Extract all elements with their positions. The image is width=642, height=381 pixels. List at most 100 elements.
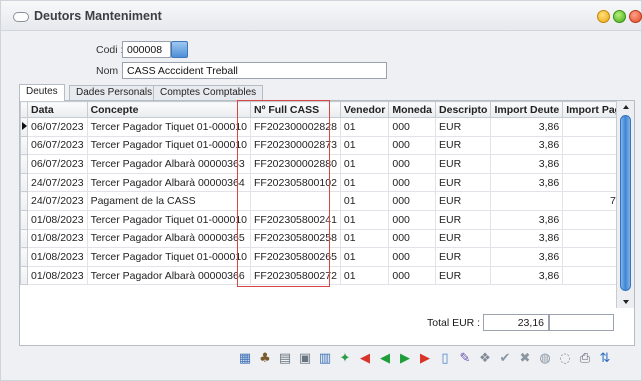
scroll-down-icon[interactable]: [623, 300, 629, 304]
table-cell[interactable]: [562, 172, 616, 193]
delete-icon[interactable]: ❖: [477, 351, 493, 367]
grid-scrollbar[interactable]: [616, 101, 634, 308]
table-cell[interactable]: 3,86: [490, 135, 564, 156]
table-cell[interactable]: Tercer Pagador Tiquet 01-000010: [86, 117, 252, 137]
print-preview-icon[interactable]: ▣: [297, 351, 313, 367]
table-cell[interactable]: Tercer Pagador Tiquet 01-000010: [86, 209, 252, 230]
table-cell[interactable]: 000: [388, 247, 437, 267]
table-cell[interactable]: 01: [339, 191, 390, 211]
table-cell[interactable]: 06/07/2023: [27, 154, 88, 174]
table-cell[interactable]: [562, 117, 616, 137]
print-icon[interactable]: ⎙: [577, 351, 593, 367]
table-cell[interactable]: 3,86: [490, 172, 564, 193]
group-icon[interactable]: ♣: [257, 351, 273, 367]
table-row[interactable]: 01/08/2023 Tercer Pagador Albarà 00000366…: [20, 265, 616, 286]
table-row[interactable]: 06/07/2023 Tercer Pagador Tiquet 01-00001…: [20, 117, 616, 137]
table-cell[interactable]: FF202305800102: [250, 172, 341, 193]
table-cell[interactable]: 000: [388, 265, 437, 286]
table-cell[interactable]: 01: [339, 265, 390, 286]
table-cell[interactable]: 24/07/2023: [27, 191, 88, 211]
row-indicator[interactable]: [20, 228, 28, 249]
previous-record-icon[interactable]: ◀: [377, 351, 393, 367]
table-cell[interactable]: Tercer Pagador Albarà 00000363: [86, 154, 252, 174]
table-cell[interactable]: Tercer Pagador Albarà 00000366: [86, 265, 252, 286]
table-cell[interactable]: 01: [339, 172, 390, 193]
nom-field[interactable]: CASS Acccident Treball: [122, 62, 387, 79]
table-cell[interactable]: 000: [388, 228, 437, 249]
table-cell[interactable]: EUR: [435, 265, 492, 286]
column-header-concepte[interactable]: Concepte: [86, 101, 252, 118]
maximize-button[interactable]: [613, 10, 626, 23]
row-indicator[interactable]: [20, 265, 28, 286]
table-cell[interactable]: 06/07/2023: [27, 135, 88, 156]
sort-az-icon[interactable]: ⇅: [597, 351, 613, 367]
row-indicator[interactable]: [20, 172, 28, 193]
column-header-descripto[interactable]: Descripto: [435, 101, 492, 118]
table-cell[interactable]: 000: [388, 154, 437, 174]
table-cell[interactable]: 01/08/2023: [27, 265, 88, 286]
table-row[interactable]: 24/07/2023 Tercer Pagador Albarà 00000364…: [20, 172, 616, 193]
table-cell[interactable]: 01: [339, 117, 390, 137]
table-cell[interactable]: [250, 191, 341, 211]
row-indicator[interactable]: [20, 247, 28, 267]
table-cell[interactable]: EUR: [435, 154, 492, 174]
column-header-data[interactable]: Data: [27, 101, 88, 118]
new-record-icon[interactable]: ▯: [437, 351, 453, 367]
table-cell[interactable]: [562, 247, 616, 267]
table-cell[interactable]: EUR: [435, 209, 492, 230]
table-cell[interactable]: [562, 209, 616, 230]
export-icon[interactable]: ▤: [277, 351, 293, 367]
table-row[interactable]: 01/08/2023 Tercer Pagador Tiquet 01-00001…: [20, 209, 616, 230]
scroll-up-icon[interactable]: [623, 105, 629, 109]
table-cell[interactable]: 3,86: [490, 265, 564, 286]
last-record-icon[interactable]: ▶: [417, 351, 433, 367]
table-cell[interactable]: EUR: [435, 117, 492, 137]
tab-deutes[interactable]: Deutes: [19, 84, 65, 101]
table-cell[interactable]: 000: [388, 135, 437, 156]
row-indicator[interactable]: [20, 135, 28, 156]
table-cell[interactable]: Tercer Pagador Tiquet 01-000010: [86, 135, 252, 156]
table-cell[interactable]: 24/07/2023: [27, 172, 88, 193]
cancel-icon[interactable]: ✖: [517, 351, 533, 367]
table-cell[interactable]: 01/08/2023: [27, 247, 88, 267]
table-cell[interactable]: 3,86: [490, 228, 564, 249]
table-cell[interactable]: FF202300002880: [250, 154, 341, 174]
column-header-venedor[interactable]: Venedor: [339, 101, 390, 118]
table-row[interactable]: 24/07/2023Pagament de la CASS 01000EUR 7,7…: [20, 191, 616, 211]
table-cell[interactable]: 7,72: [562, 191, 616, 211]
table-row[interactable]: 01/08/2023 Tercer Pagador Tiquet 01-00001…: [20, 247, 616, 267]
refresh-icon[interactable]: ◌: [557, 351, 573, 367]
table-cell[interactable]: 000: [388, 172, 437, 193]
table-cell[interactable]: EUR: [435, 172, 492, 193]
table-cell[interactable]: EUR: [435, 135, 492, 156]
scroll-thumb[interactable]: [620, 115, 631, 291]
row-indicator[interactable]: [20, 117, 28, 137]
table-cell[interactable]: [490, 191, 564, 211]
table-cell[interactable]: EUR: [435, 228, 492, 249]
table-cell[interactable]: [562, 154, 616, 174]
table-cell[interactable]: Tercer Pagador Albarà 00000365: [86, 228, 252, 249]
table-row[interactable]: 06/07/2023 Tercer Pagador Albarà 00000363…: [20, 154, 616, 174]
table-cell[interactable]: 01/08/2023: [27, 228, 88, 249]
table-cell[interactable]: 000: [388, 117, 437, 137]
close-button[interactable]: [629, 10, 642, 23]
table-cell[interactable]: [562, 135, 616, 156]
table-cell[interactable]: FF202305800241: [250, 209, 341, 230]
codi-field[interactable]: 000008: [122, 41, 171, 58]
confirm-icon[interactable]: ✔: [497, 351, 513, 367]
table-cell[interactable]: 01/08/2023: [27, 209, 88, 230]
first-record-icon[interactable]: ◀: [357, 351, 373, 367]
table-cell[interactable]: Pagament de la CASS: [86, 191, 252, 211]
table-cell[interactable]: 000: [388, 191, 437, 211]
table-cell[interactable]: Tercer Pagador Albarà 00000364: [86, 172, 252, 193]
column-header-import-pagat[interactable]: Import Pagat: [562, 101, 616, 118]
edit-icon[interactable]: ✎: [457, 351, 473, 367]
search-icon[interactable]: ◍: [537, 351, 553, 367]
table-cell[interactable]: 000: [388, 209, 437, 230]
list-icon[interactable]: ▥: [317, 351, 333, 367]
table-cell[interactable]: FF202305800258: [250, 228, 341, 249]
next-record-icon[interactable]: ▶: [397, 351, 413, 367]
table-cell[interactable]: FF202300002828: [250, 117, 341, 137]
table-cell[interactable]: EUR: [435, 247, 492, 267]
table-cell[interactable]: FF202305800265: [250, 247, 341, 267]
